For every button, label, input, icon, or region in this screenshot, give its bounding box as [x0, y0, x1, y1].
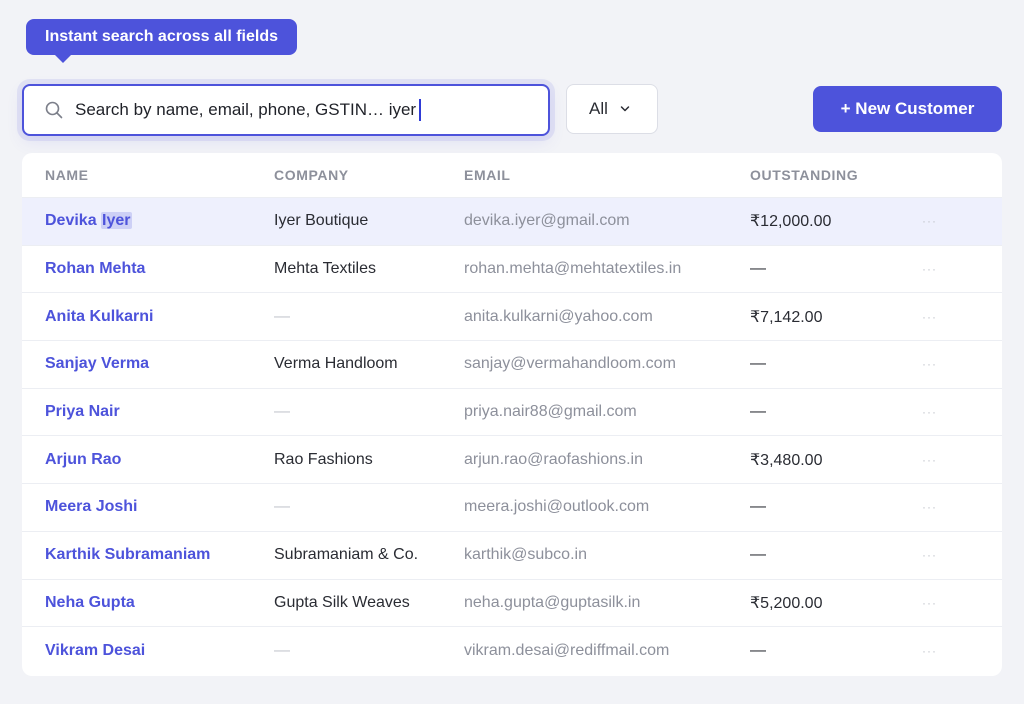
email-cell: priya.nair88@gmail.com [464, 403, 637, 421]
row-menu-icon[interactable]: ··· [922, 310, 937, 324]
new-customer-button[interactable]: + New Customer [813, 86, 1002, 132]
row-menu-icon[interactable]: ··· [922, 357, 937, 371]
email-cell: meera.joshi@outlook.com [464, 498, 650, 516]
customer-name-link[interactable]: Sanjay Verma [45, 355, 149, 373]
email-cell: anita.kulkarni@yahoo.com [464, 307, 653, 325]
company-cell: Gupta Silk Weaves [274, 593, 410, 611]
outstanding-cell: ₹12,000.00 [750, 213, 832, 231]
column-header-name[interactable]: NAME [45, 167, 89, 183]
customer-name-link[interactable]: Vikram Desai [45, 642, 145, 660]
email-cell: sanjay@vermahandloom.com [464, 355, 676, 373]
customer-name-link[interactable]: Arjun Rao [45, 451, 121, 469]
table-row[interactable]: Karthik Subramaniam Subramaniam & Co. ka… [22, 532, 1002, 580]
customer-name-link[interactable]: Meera Joshi [45, 498, 137, 516]
company-cell: — [274, 642, 290, 660]
outstanding-cell: ₹7,142.00 [750, 308, 823, 326]
outstanding-cell: — [750, 498, 766, 516]
outstanding-cell: — [750, 403, 766, 421]
table-row[interactable]: Rohan Mehta Mehta Textiles rohan.mehta@m… [22, 246, 1002, 294]
company-cell: Rao Fashions [274, 450, 373, 468]
table-row[interactable]: Anita Kulkarni — anita.kulkarni@yahoo.co… [22, 293, 1002, 342]
table-row[interactable]: Priya Nair — priya.nair88@gmail.com — ··… [22, 389, 1002, 437]
tooltip-arrow [54, 54, 72, 63]
customer-name-link[interactable]: Devika Iyer [45, 212, 132, 230]
customer-name-link[interactable]: Karthik Subramaniam [45, 546, 210, 564]
company-cell: Iyer Boutique [274, 212, 369, 230]
email-cell: rohan.mehta@mehtatextiles.in [464, 260, 682, 278]
row-menu-icon[interactable]: ··· [922, 262, 937, 276]
row-menu-icon[interactable]: ··· [922, 453, 937, 467]
tooltip-text: Instant search across all fields [45, 28, 278, 45]
row-menu-icon[interactable]: ··· [922, 548, 937, 562]
company-cell: Verma Handloom [274, 355, 398, 373]
row-menu-icon[interactable]: ··· [922, 644, 937, 658]
filter-select[interactable]: All [566, 84, 658, 134]
customer-table: NAME COMPANY EMAIL OUTSTANDING Devika Iy… [22, 153, 1002, 676]
column-header-email[interactable]: EMAIL [464, 167, 511, 183]
customer-name-link[interactable]: Neha Gupta [45, 594, 135, 612]
table-row[interactable]: Sanjay Verma Verma Handloom sanjay@verma… [22, 341, 1002, 389]
email-cell: karthik@subco.in [464, 546, 587, 564]
filter-selected-value: All [589, 99, 608, 118]
search-input[interactable]: Search by name, email, phone, GSTIN… iye… [22, 84, 550, 136]
outstanding-cell: ₹3,480.00 [750, 451, 823, 469]
search-text: Search by name, email, phone, GSTIN… iye… [75, 100, 417, 119]
row-menu-icon[interactable]: ··· [922, 500, 937, 514]
outstanding-cell: ₹5,200.00 [750, 594, 823, 612]
company-cell: — [274, 403, 290, 421]
customer-name-link[interactable]: Rohan Mehta [45, 260, 145, 278]
email-cell: neha.gupta@guptasilk.in [464, 593, 641, 611]
outstanding-cell: — [750, 546, 766, 564]
company-cell: — [274, 498, 290, 516]
table-header: NAME COMPANY EMAIL OUTSTANDING [22, 153, 1002, 198]
email-cell: devika.iyer@gmail.com [464, 212, 630, 230]
chevron-down-icon [620, 104, 630, 114]
search-icon [44, 100, 64, 120]
customer-name-link[interactable]: Anita Kulkarni [45, 308, 153, 326]
outstanding-cell: — [750, 260, 766, 278]
outstanding-cell: — [750, 642, 766, 660]
text-caret [419, 99, 422, 121]
table-row[interactable]: Vikram Desai — vikram.desai@rediffmail.c… [22, 627, 1002, 675]
table-row[interactable]: Meera Joshi — meera.joshi@outlook.com — … [22, 484, 1002, 532]
row-menu-icon[interactable]: ··· [922, 596, 937, 610]
company-cell: — [274, 307, 290, 325]
search-match-highlight: Iyer [101, 212, 132, 230]
row-menu-icon[interactable]: ··· [922, 214, 937, 228]
column-header-company[interactable]: COMPANY [274, 167, 349, 183]
row-menu-icon[interactable]: ··· [922, 405, 937, 419]
company-cell: Mehta Textiles [274, 260, 376, 278]
customer-name-link[interactable]: Priya Nair [45, 403, 120, 421]
customer-first-name: Devika [45, 212, 97, 230]
company-cell: Subramaniam & Co. [274, 546, 419, 564]
column-header-outstanding[interactable]: OUTSTANDING [750, 167, 858, 183]
email-cell: arjun.rao@raofashions.in [464, 450, 644, 468]
table-row[interactable]: Arjun Rao Rao Fashions arjun.rao@raofash… [22, 436, 1002, 485]
table-row[interactable]: Neha Gupta Gupta Silk Weaves neha.gupta@… [22, 580, 1002, 628]
outstanding-cell: — [750, 355, 766, 373]
email-cell: vikram.desai@rediffmail.com [464, 642, 670, 660]
search-tooltip: Instant search across all fields [26, 19, 297, 63]
table-row[interactable]: Devika Iyer Iyer Boutique devika.iyer@gm… [22, 198, 1002, 246]
